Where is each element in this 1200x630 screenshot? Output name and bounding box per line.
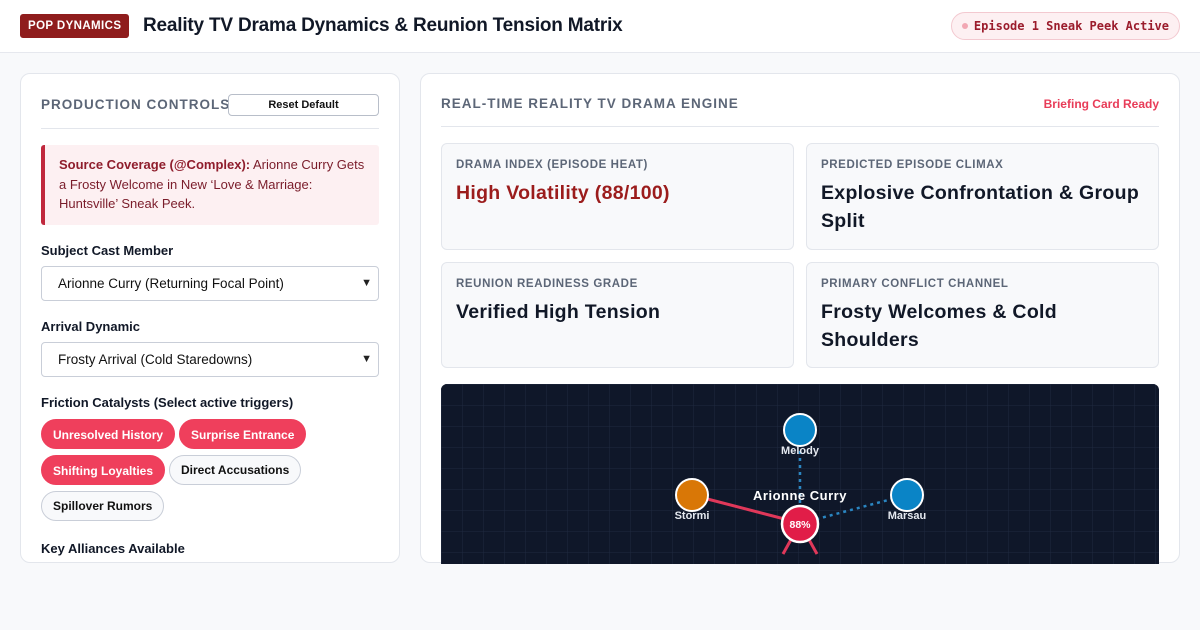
metric-card-episode-climax: PREDICTED EPISODE CLIMAX Explosive Confr… (806, 143, 1159, 250)
source-coverage-label: Source Coverage (@Complex): (59, 157, 251, 172)
node-stormi[interactable] (675, 478, 709, 512)
top-bar: POP DYNAMICS Reality TV Drama Dynamics &… (0, 0, 1200, 53)
center-node-name: Arionne Curry (753, 488, 847, 503)
arrival-dynamic-label: Arrival Dynamic (41, 319, 140, 334)
node-label-stormi: Stormi (675, 510, 710, 522)
page-title: Reality TV Drama Dynamics & Reunion Tens… (143, 15, 623, 36)
metric-value: Explosive Confrontation & Group Split (821, 182, 1140, 232)
reset-default-button[interactable]: Reset Default (228, 94, 379, 116)
relationship-graph-svg: Melody Stormi Marsau Arionne Curry 88% (441, 384, 1159, 564)
chevron-down-icon: ▼ (361, 353, 372, 365)
briefing-status: Briefing Card Ready (1043, 97, 1159, 111)
cast-member-label: Subject Cast Member (41, 243, 174, 258)
source-coverage-callout: Source Coverage (@Complex): Arionne Curr… (41, 145, 379, 225)
metric-label: PRIMARY CONFLICT CHANNEL (821, 278, 1009, 290)
status-dot-icon (961, 23, 968, 29)
controls-divider (41, 128, 379, 129)
friction-catalysts-label: Friction Catalysts (Select active trigge… (41, 395, 294, 410)
production-controls-panel: PRODUCTION CONTROLS Reset Default Source… (20, 73, 400, 563)
controls-heading: PRODUCTION CONTROLS (41, 97, 231, 112)
engine-heading: REAL-TIME REALITY TV DRAMA ENGINE (441, 96, 739, 111)
node-melody[interactable] (783, 413, 817, 447)
node-label-marsau: Marsau (888, 510, 927, 522)
engine-divider (441, 126, 1159, 127)
node-label-melody: Melody (781, 445, 820, 457)
drama-engine-panel: REAL-TIME REALITY TV DRAMA ENGINE Briefi… (420, 73, 1180, 564)
center-node-score: 88% (789, 519, 811, 531)
brand-badge: POP DYNAMICS (20, 14, 130, 38)
relationship-graph[interactable]: Melody Stormi Marsau Arionne Curry 88% (441, 384, 1159, 564)
metric-card-drama-index: DRAMA INDEX (EPISODE HEAT) High Volatili… (441, 143, 794, 250)
metric-value: Verified High Tension (456, 301, 661, 323)
chip-direct-accusations[interactable]: Direct Accusations (169, 455, 302, 485)
metric-card-conflict-channel: PRIMARY CONFLICT CHANNEL Frosty Welcomes… (806, 262, 1159, 368)
chip-spillover-rumors[interactable]: Spillover Rumors (41, 491, 165, 521)
metric-value: High Volatility (88/100) (456, 182, 670, 204)
arrival-dynamic-value: Frosty Arrival (Cold Staredowns) (58, 352, 253, 367)
metric-label: REUNION READINESS GRADE (456, 278, 638, 290)
chevron-down-icon: ▼ (361, 277, 372, 289)
node-marsau[interactable] (890, 478, 924, 512)
cast-member-select[interactable]: Arionne Curry (Returning Focal Point) ▼ (41, 266, 379, 301)
chip-shifting-loyalties[interactable]: Shifting Loyalties (41, 455, 166, 485)
metric-value: Frosty Welcomes & Cold Shoulders (821, 301, 1057, 351)
metric-label: DRAMA INDEX (EPISODE HEAT) (456, 159, 648, 171)
cast-member-value: Arionne Curry (Returning Focal Point) (58, 276, 284, 291)
chip-surprise-entrance[interactable]: Surprise Entrance (179, 419, 307, 449)
metric-label: PREDICTED EPISODE CLIMAX (821, 159, 1004, 171)
metric-card-reunion-readiness: REUNION READINESS GRADE Verified High Te… (441, 262, 794, 368)
arrival-dynamic-select[interactable]: Frosty Arrival (Cold Staredowns) ▼ (41, 342, 379, 377)
status-badge: Episode 1 Sneak Peek Active (950, 12, 1180, 40)
status-badge-text: Episode 1 Sneak Peek Active (973, 19, 1169, 33)
key-alliances-label: Key Alliances Available (41, 541, 185, 556)
chip-unresolved-history[interactable]: Unresolved History (41, 419, 176, 449)
